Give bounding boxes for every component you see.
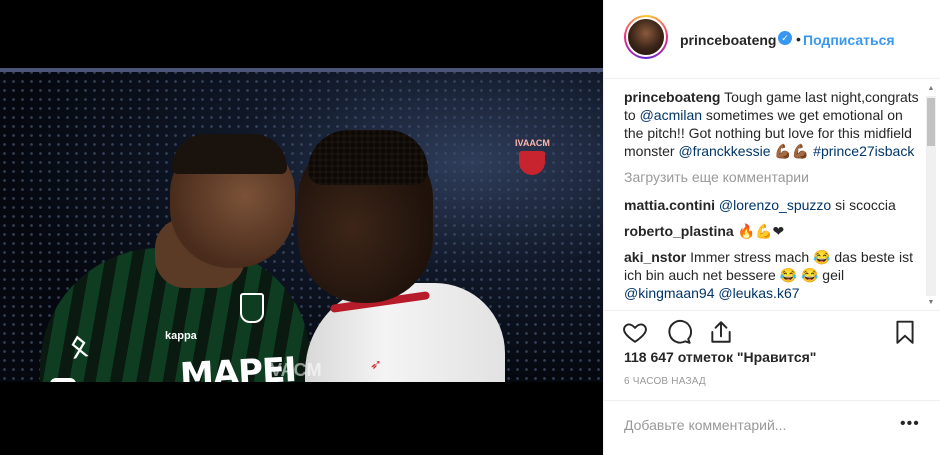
- avatar-image: [626, 17, 666, 57]
- header-separator: •: [796, 31, 801, 47]
- caption-username[interactable]: princeboateng: [624, 89, 720, 105]
- mention-link[interactable]: @lorenzo_spuzzo: [719, 197, 831, 213]
- scroll-down-icon[interactable]: ▼: [926, 298, 936, 308]
- load-more-comments-button[interactable]: Загрузить еще комментарии: [624, 168, 920, 186]
- post-side-panel: princeboateng ✓ • Подписаться princeboat…: [603, 0, 940, 455]
- comment-bubble-icon[interactable]: [666, 319, 692, 345]
- verified-badge-icon: ✓: [778, 31, 792, 45]
- comments-scrollbar[interactable]: ▲ ▼: [926, 84, 936, 308]
- channel-logo-text: IVAACM: [515, 138, 550, 148]
- video-watermark: VACM: [270, 360, 322, 380]
- comment-username[interactable]: mattia.contini: [624, 197, 715, 213]
- video-top-stripe: [0, 68, 603, 72]
- header-username[interactable]: princeboateng: [680, 32, 776, 48]
- post-timestamp[interactable]: 6 ЧАСОВ НАЗАД: [624, 376, 706, 387]
- mention-link[interactable]: @kingmaan94 @leukas.k67: [624, 285, 800, 301]
- scroll-up-icon[interactable]: ▲: [926, 84, 936, 94]
- player-right-hair: [308, 130, 428, 185]
- comment-input[interactable]: [624, 415, 894, 435]
- share-icon[interactable]: [708, 319, 734, 345]
- avatar[interactable]: [624, 15, 668, 59]
- heart-icon[interactable]: [622, 319, 648, 345]
- mention-link[interactable]: @franckkessie: [678, 143, 770, 159]
- mention-link[interactable]: @acmilan: [640, 107, 702, 123]
- list-item: roberto_plastina 🔥💪❤: [624, 222, 920, 240]
- post-header: princeboateng ✓ • Подписаться: [604, 0, 940, 79]
- league-patch-icon: [50, 378, 76, 382]
- channel-shield-icon: [519, 151, 545, 175]
- bookmark-icon[interactable]: [892, 319, 918, 345]
- hashtag-link[interactable]: #prince27isback: [813, 143, 914, 159]
- list-item: mattia.contini @lorenzo_spuzzo si scocci…: [624, 196, 920, 214]
- caption-text-3: 💪🏾💪🏾: [770, 143, 814, 159]
- likes-count[interactable]: 118 647 отметок "Нравится": [624, 349, 816, 365]
- club-badge-icon: [240, 293, 264, 323]
- comments-list[interactable]: princeboateng Tough game last night,cong…: [624, 88, 920, 310]
- post-image[interactable]: ᛟ kappa MAPEI ➶ 7 VACM IVAACM: [0, 68, 603, 382]
- more-options-icon[interactable]: •••: [900, 415, 920, 433]
- action-bar: [604, 310, 940, 348]
- puma-logo-icon: ➶: [370, 356, 382, 372]
- list-item: aki_nstor Immer stress mach 😂 das beste …: [624, 248, 920, 302]
- scrollbar-thumb[interactable]: [927, 98, 935, 146]
- channel-logo: IVAACM: [515, 138, 550, 176]
- comment-text: si scoccia: [831, 197, 896, 213]
- post-media: ᛟ kappa MAPEI ➶ 7 VACM IVAACM: [0, 0, 603, 455]
- caption: princeboateng Tough game last night,cong…: [624, 88, 920, 160]
- add-comment-section: •••: [604, 400, 940, 455]
- comment-username[interactable]: aki_nstor: [624, 249, 686, 265]
- kit-brand-text: kappa: [165, 330, 197, 342]
- comment-username[interactable]: roberto_plastina: [624, 223, 734, 239]
- comment-text: 🔥💪❤: [733, 223, 785, 239]
- follow-button[interactable]: Подписаться: [803, 32, 895, 48]
- player-left-hair: [172, 134, 287, 174]
